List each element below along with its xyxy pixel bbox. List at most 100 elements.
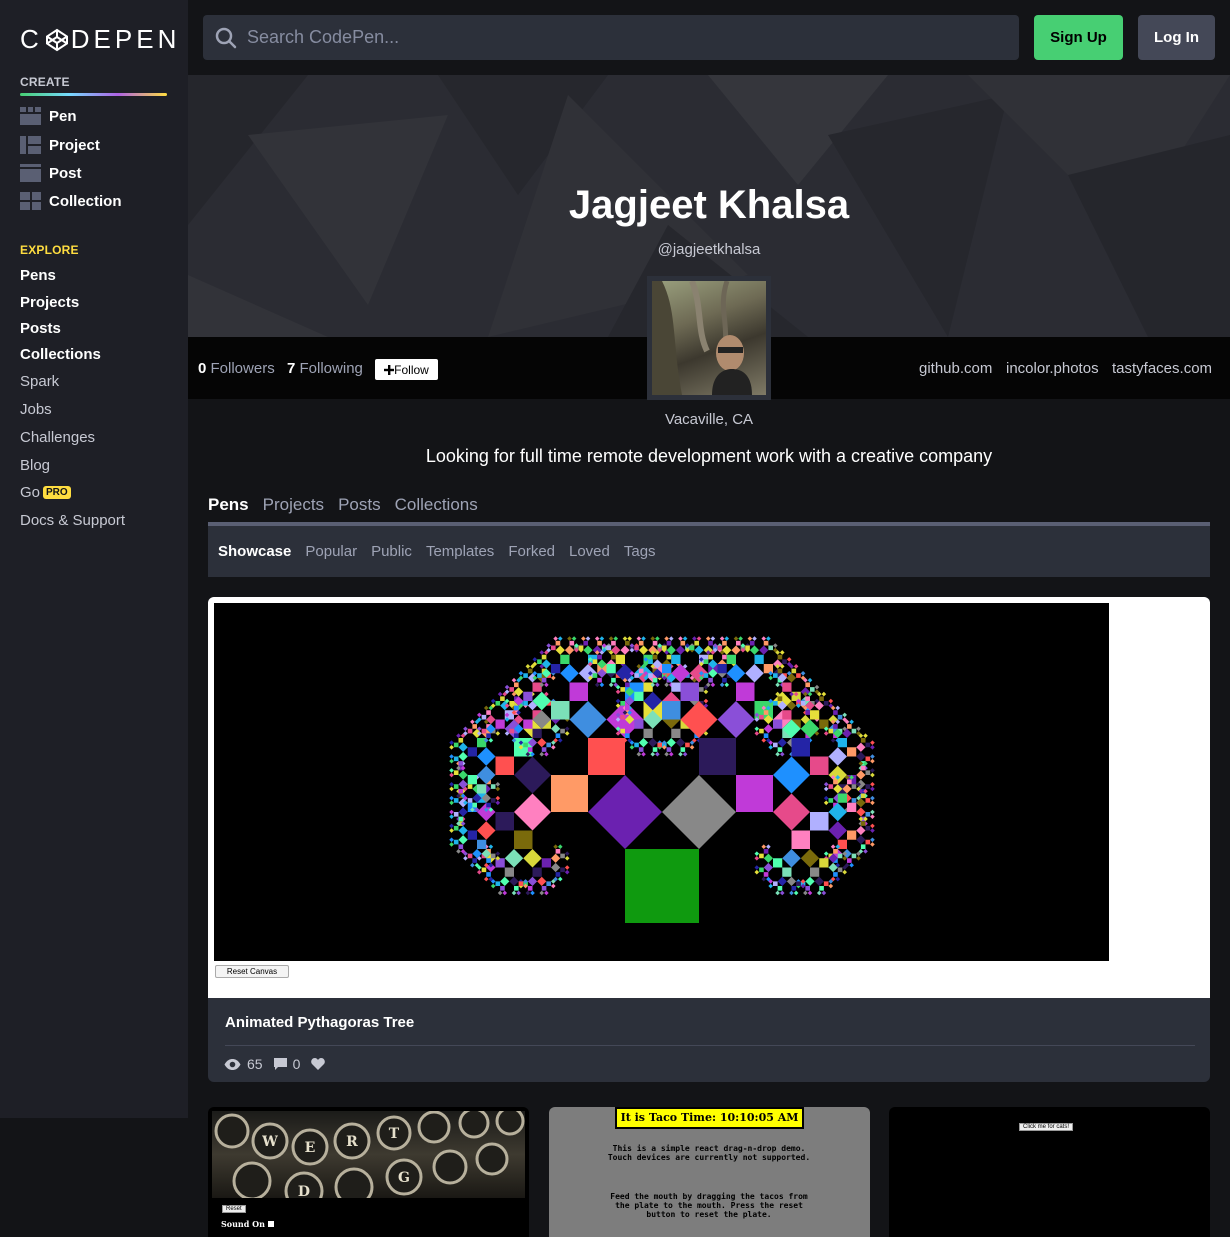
followers-stat[interactable]: 0 Followers [198, 360, 275, 377]
link-tastyfaces[interactable]: tastyfaces.com [1112, 360, 1212, 377]
featured-pen-title[interactable]: Animated Pythagoras Tree [225, 1014, 414, 1031]
tree-square [611, 654, 616, 660]
tree-square [495, 800, 501, 806]
tab-collections[interactable]: Collections [395, 495, 478, 515]
tab-posts[interactable]: Posts [338, 495, 381, 515]
tree-square [523, 701, 528, 706]
pen-card-taco-time[interactable]: It is Taco Time: 10:10:05 AM This is a s… [549, 1107, 870, 1237]
subtab-popular[interactable]: Popular [305, 543, 357, 560]
tree-square [530, 890, 535, 896]
comments-stat[interactable]: 0 [273, 1056, 300, 1072]
tree-square [763, 733, 769, 738]
tree-square [805, 710, 810, 715]
tree-square [634, 673, 639, 678]
nav-docs-support[interactable]: Docs & Support [20, 512, 125, 529]
tree-square [638, 747, 644, 752]
tree-square [477, 821, 496, 840]
tree-square [768, 883, 773, 889]
subtab-tags[interactable]: Tags [624, 543, 656, 560]
codepen-logo[interactable]: C DEPEN [20, 24, 180, 55]
subtab-public[interactable]: Public [371, 543, 412, 560]
featured-pen-card[interactable]: Reset Canvas Animated Pythagoras Tree 65… [208, 597, 1210, 1082]
tree-square [495, 795, 501, 801]
tree-square [555, 872, 561, 877]
tree-square [703, 698, 709, 704]
featured-pen-stats: 65 0 [224, 1056, 342, 1072]
tree-square [863, 733, 868, 738]
create-project-label: Project [49, 136, 100, 154]
search-bar[interactable] [203, 15, 1019, 60]
tree-square [599, 636, 605, 641]
sound-toggle[interactable]: Sound On [221, 1219, 274, 1229]
svg-text:E: E [305, 1140, 316, 1156]
tree-square [837, 853, 843, 859]
nav-jobs[interactable]: Jobs [20, 401, 52, 418]
signup-button[interactable]: Sign Up [1034, 15, 1123, 60]
tree-square [458, 825, 468, 836]
pen-card-cats[interactable]: Click me for cats! [889, 1107, 1210, 1237]
profile-name: Jagjeet Khalsa [568, 183, 850, 227]
tree-square [509, 714, 514, 720]
tree-square [870, 781, 875, 787]
create-project-link[interactable]: Project [20, 136, 100, 154]
tree-square [763, 862, 773, 873]
tree-square [856, 751, 866, 762]
link-incolor[interactable]: incolor.photos [1006, 360, 1099, 377]
create-collection-link[interactable]: Collection [20, 192, 122, 210]
nav-go-pro[interactable]: Go PRO [20, 484, 71, 501]
follow-button[interactable]: Follow [375, 359, 438, 380]
subtab-forked[interactable]: Forked [508, 543, 555, 560]
following-stat[interactable]: 7 Following [287, 360, 363, 377]
taco-instructions: Feed the mouth by dragging the tacos fro… [610, 1192, 808, 1219]
tree-square [634, 719, 644, 729]
tree-square [486, 802, 491, 808]
tree-square [833, 872, 838, 877]
sound-checkbox[interactable] [267, 1221, 274, 1227]
avatar[interactable] [647, 276, 771, 400]
featured-pen-preview[interactable]: Reset Canvas [208, 597, 1210, 998]
tree-square [643, 728, 653, 738]
tree-square [620, 687, 625, 692]
tree-square [847, 830, 857, 840]
nav-blog[interactable]: Blog [20, 457, 50, 474]
tree-square [620, 714, 625, 720]
tree-square [754, 855, 760, 861]
tree-square [557, 738, 563, 743]
nav-challenges[interactable]: Challenges [20, 429, 95, 446]
tree-square [523, 673, 528, 678]
subtab-showcase[interactable]: Showcase [218, 543, 291, 560]
heart-button[interactable] [311, 1058, 331, 1070]
tree-square [805, 876, 815, 886]
tree-square [486, 858, 491, 863]
tree-square [625, 682, 630, 688]
tree-square [594, 636, 600, 641]
create-post-link[interactable]: Post [20, 164, 82, 182]
tree-square [551, 862, 561, 873]
tab-projects[interactable]: Projects [263, 495, 324, 515]
search-input[interactable] [247, 27, 947, 48]
tree-square [775, 682, 780, 688]
tree-square [847, 779, 852, 785]
typewriter-reset-button[interactable]: Reset [222, 1205, 246, 1213]
link-github[interactable]: github.com [919, 360, 992, 377]
tree-square [449, 823, 454, 829]
login-button[interactable]: Log In [1138, 15, 1215, 60]
cats-button[interactable]: Click me for cats! [1019, 1123, 1074, 1131]
pen-card-typewriter[interactable]: W E R T D G Reset Sound On [208, 1107, 529, 1237]
create-pen-link[interactable]: Pen [20, 107, 77, 125]
subtab-templates[interactable]: Templates [426, 543, 494, 560]
nav-pens[interactable]: Pens [20, 267, 56, 284]
tree-square [745, 664, 764, 683]
nav-spark[interactable]: Spark [20, 373, 59, 390]
nav-collections[interactable]: Collections [20, 346, 101, 363]
tab-pens[interactable]: Pens [208, 495, 249, 515]
tree-square [648, 673, 653, 678]
tree-square [488, 738, 494, 743]
nav-projects[interactable]: Projects [20, 294, 79, 311]
tree-square [539, 890, 545, 896]
tree-square [458, 751, 468, 762]
reset-canvas-button[interactable]: Reset Canvas [215, 965, 289, 978]
profile-tabs: Pens Projects Posts Collections [208, 495, 478, 515]
nav-posts[interactable]: Posts [20, 320, 61, 337]
subtab-loved[interactable]: Loved [569, 543, 610, 560]
